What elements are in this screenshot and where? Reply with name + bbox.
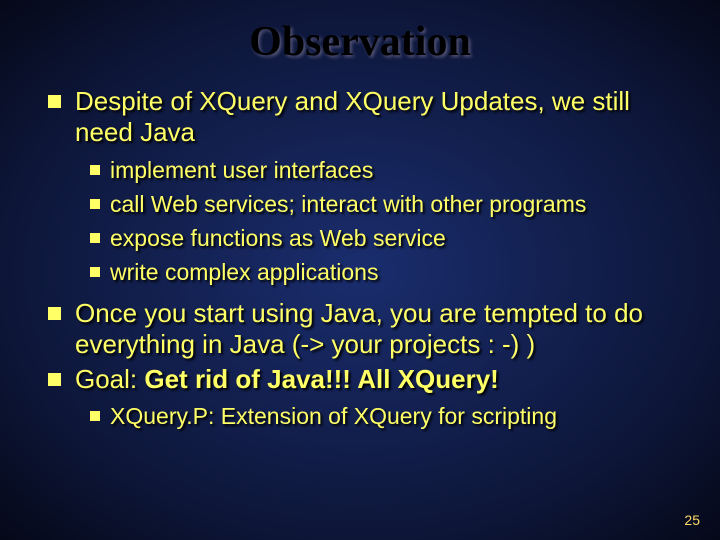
slide: Observation Despite of XQuery and XQuery… [0, 0, 720, 540]
sub-bullet: implement user interfaces [90, 156, 670, 186]
sub-bullet: call Web services; interact with other p… [90, 190, 670, 220]
bullet-3-sublist: XQuery.P: Extension of XQuery for script… [48, 402, 670, 432]
bullet-2: Once you start using Java, you are tempt… [48, 298, 670, 360]
sub-bullet: write complex applications [90, 258, 670, 288]
bullet-3-bold: Get rid of Java!!! All XQuery! [144, 364, 498, 394]
slide-content: Despite of XQuery and XQuery Updates, we… [0, 86, 720, 431]
sub-bullet: XQuery.P: Extension of XQuery for script… [90, 402, 670, 432]
bullet-icon [48, 307, 61, 320]
bullet-icon [48, 95, 61, 108]
sub-bullet-text: XQuery.P: Extension of XQuery for script… [110, 402, 557, 432]
bullet-1-sublist: implement user interfaces call Web servi… [48, 156, 670, 288]
bullet-icon [90, 199, 100, 209]
bullet-icon [90, 411, 100, 421]
sub-bullet-text: expose functions as Web service [110, 224, 446, 254]
bullet-1-text: Despite of XQuery and XQuery Updates, we… [75, 86, 670, 148]
bullet-icon [48, 373, 61, 386]
page-number: 25 [684, 512, 700, 528]
bullet-3-text: Goal: Get rid of Java!!! All XQuery! [75, 364, 499, 395]
bullet-3-pre: Goal: [75, 364, 144, 394]
sub-bullet-text: implement user interfaces [110, 156, 373, 186]
bullet-2-text: Once you start using Java, you are tempt… [75, 298, 670, 360]
bullet-icon [90, 233, 100, 243]
bullet-3: Goal: Get rid of Java!!! All XQuery! [48, 364, 670, 395]
bullet-icon [90, 267, 100, 277]
sub-bullet: expose functions as Web service [90, 224, 670, 254]
sub-bullet-text: call Web services; interact with other p… [110, 190, 586, 220]
bullet-1: Despite of XQuery and XQuery Updates, we… [48, 86, 670, 148]
bullet-icon [90, 165, 100, 175]
sub-bullet-text: write complex applications [110, 258, 378, 288]
slide-title: Observation [0, 18, 720, 66]
